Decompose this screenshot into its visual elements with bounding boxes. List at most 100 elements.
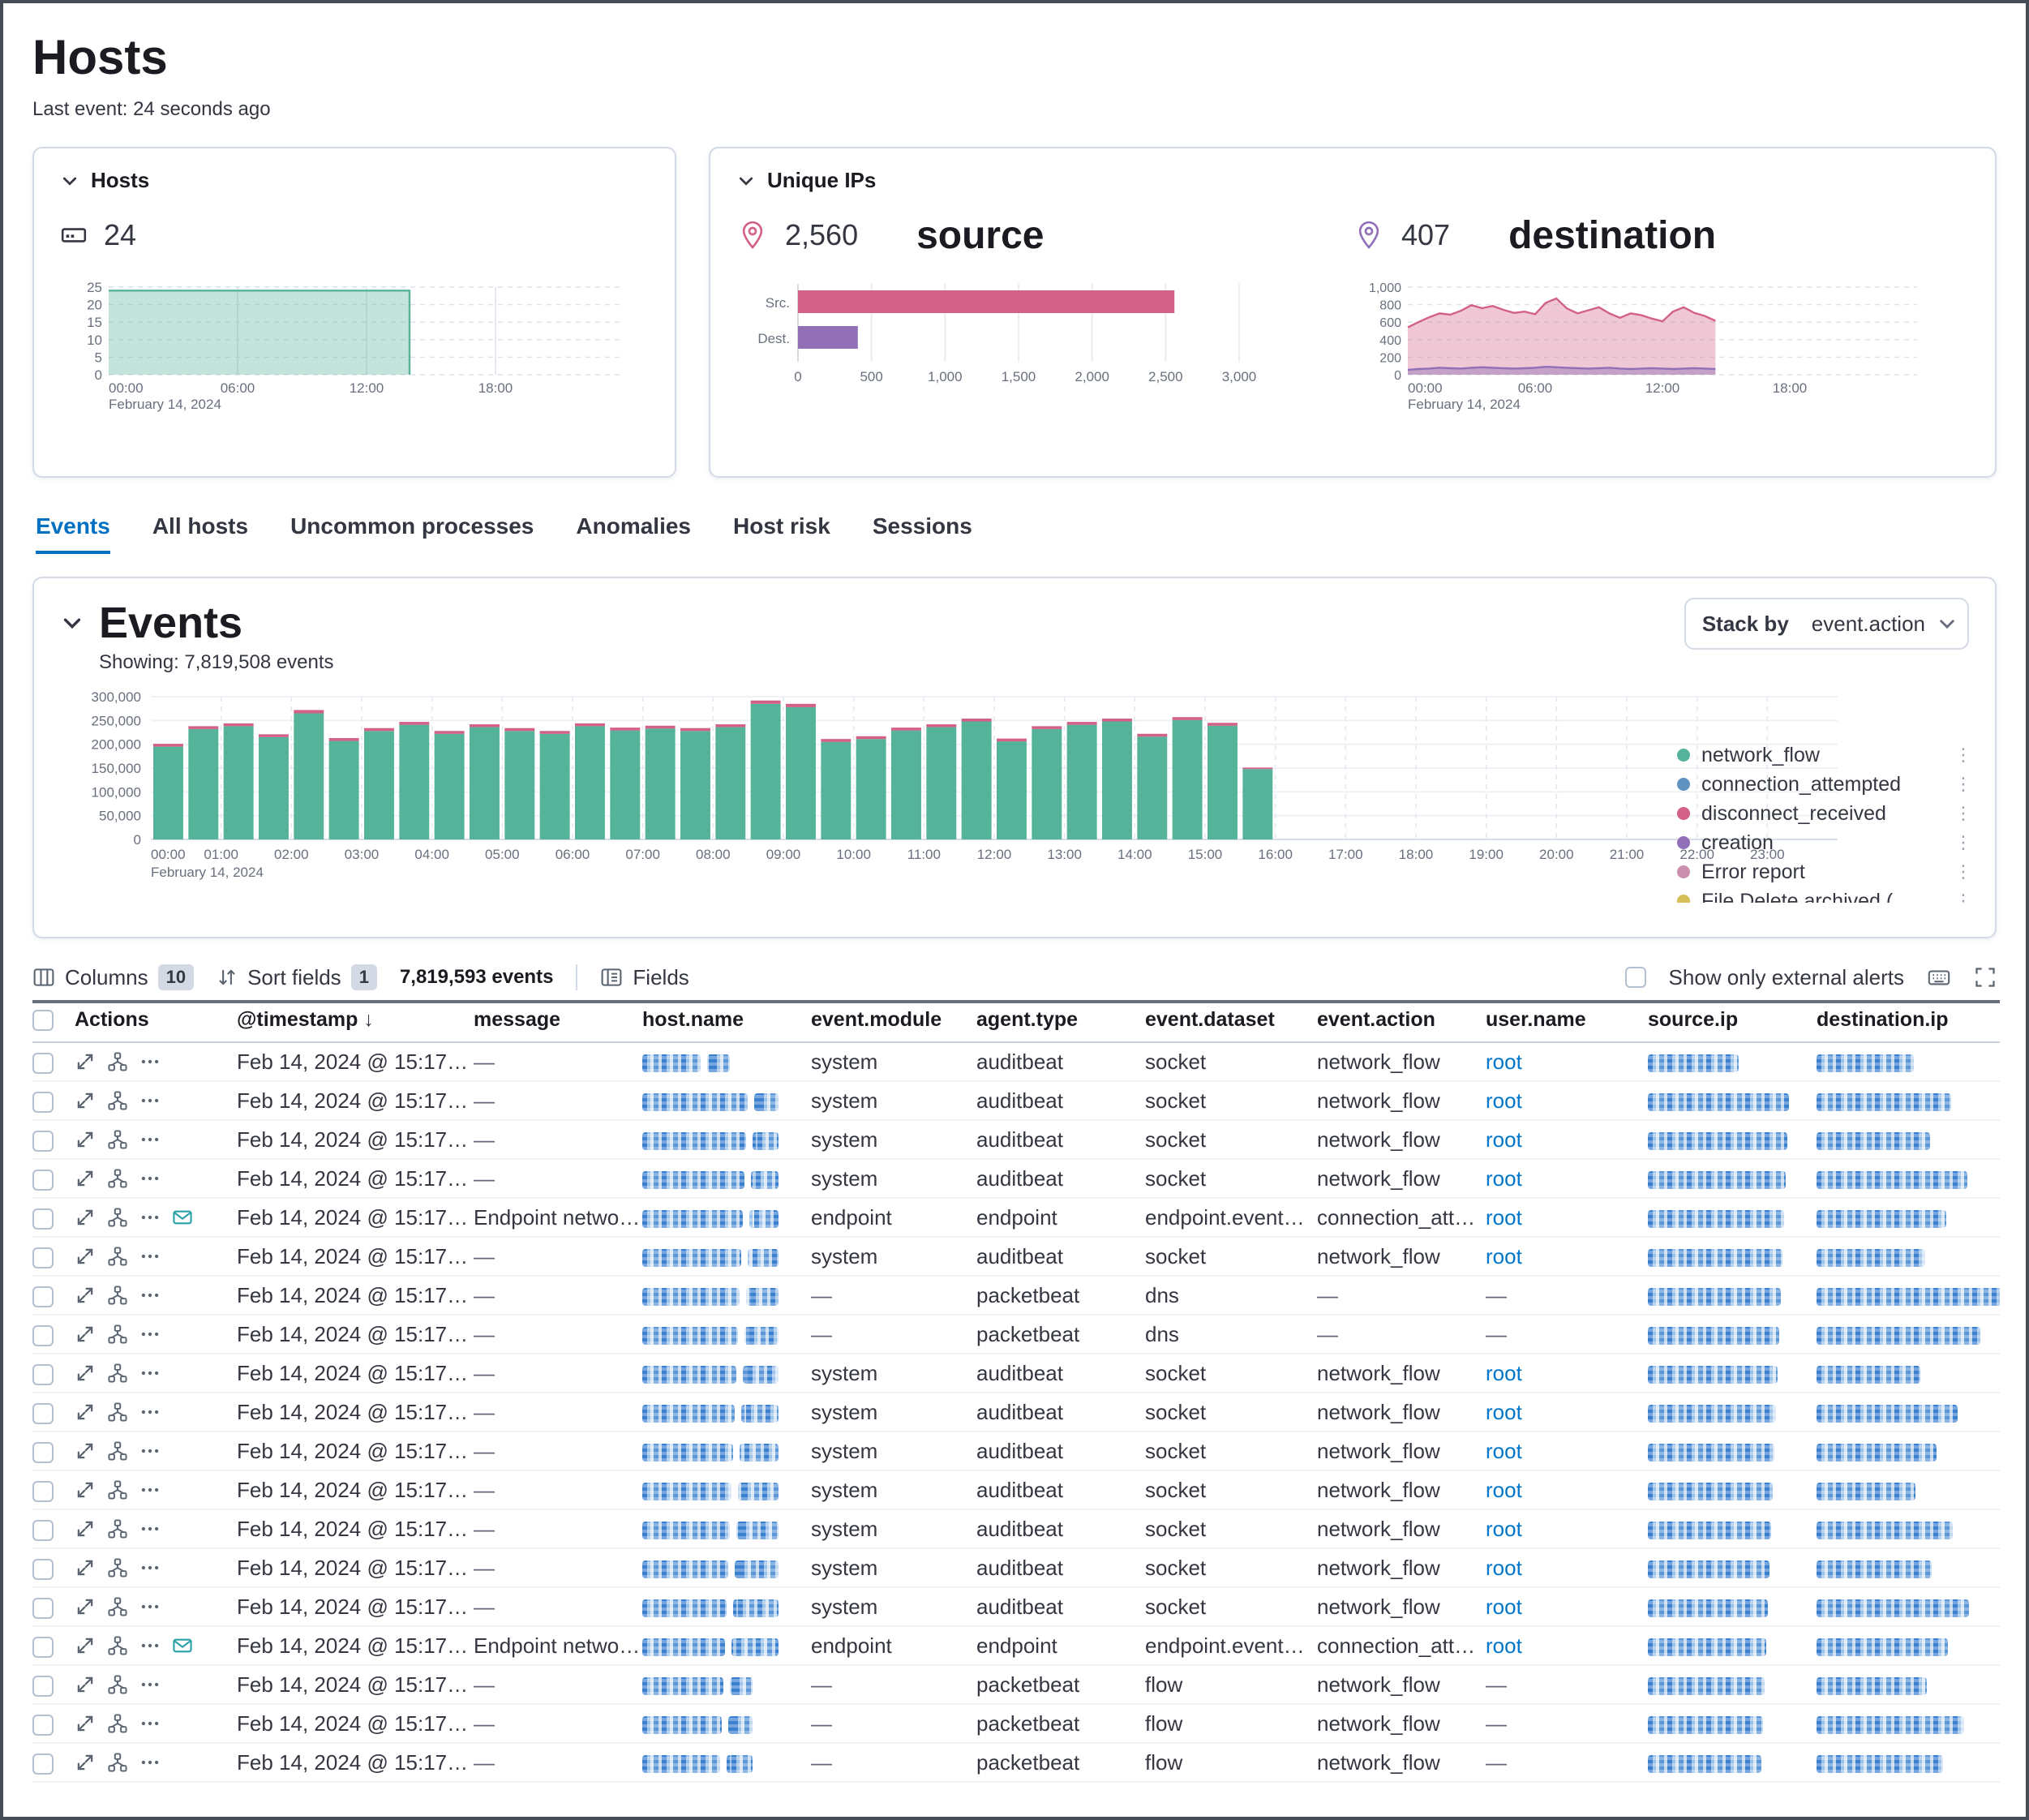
keyboard-icon[interactable] [1927, 965, 1951, 989]
column-header-event-action[interactable]: event.action [1317, 1002, 1486, 1042]
analyze-event-icon[interactable] [107, 1401, 128, 1423]
more-actions-icon[interactable] [139, 1479, 161, 1500]
more-actions-icon[interactable] [139, 1635, 161, 1656]
more-actions-icon[interactable] [139, 1051, 161, 1072]
row-checkbox[interactable] [32, 1637, 54, 1658]
column-header-event-module[interactable]: event.module [811, 1002, 976, 1042]
expand-event-icon[interactable] [75, 1246, 96, 1267]
more-actions-icon[interactable] [139, 1207, 161, 1228]
column-header-destination-ip[interactable]: destination.ip [1817, 1002, 2000, 1042]
endpoint-alert-icon[interactable] [172, 1635, 193, 1656]
user-name-link[interactable]: root [1486, 1400, 1522, 1424]
row-checkbox[interactable] [32, 1442, 54, 1463]
expand-event-icon[interactable] [75, 1324, 96, 1345]
user-name-link[interactable]: root [1486, 1166, 1522, 1191]
select-all-checkbox[interactable] [32, 1010, 54, 1031]
expand-event-icon[interactable] [75, 1596, 96, 1617]
columns-button[interactable]: Columns 10 [32, 964, 194, 990]
more-actions-icon[interactable] [139, 1596, 161, 1617]
tab-events[interactable]: Events [36, 513, 110, 554]
more-actions-icon[interactable] [139, 1518, 161, 1539]
analyze-event-icon[interactable] [107, 1363, 128, 1384]
user-name-link[interactable]: root [1486, 1595, 1522, 1619]
user-name-link[interactable]: root [1486, 1478, 1522, 1502]
expand-event-icon[interactable] [75, 1401, 96, 1423]
row-checkbox[interactable] [32, 1715, 54, 1736]
more-actions-icon[interactable] [139, 1440, 161, 1462]
chevron-down-icon[interactable] [60, 171, 79, 191]
analyze-event-icon[interactable] [107, 1518, 128, 1539]
expand-event-icon[interactable] [75, 1207, 96, 1228]
legend-item-connection-attempted[interactable]: connection_attempted⋮ [1677, 770, 1972, 799]
row-checkbox[interactable] [32, 1170, 54, 1191]
legend-item-file-delete-archived-[interactable]: File Delete archived (⋮ [1677, 886, 1972, 903]
chevron-down-icon[interactable] [60, 611, 84, 635]
analyze-event-icon[interactable] [107, 1168, 128, 1189]
analyze-event-icon[interactable] [107, 1674, 128, 1695]
analyze-event-icon[interactable] [107, 1635, 128, 1656]
expand-event-icon[interactable] [75, 1635, 96, 1656]
user-name-link[interactable]: root [1486, 1205, 1522, 1230]
more-actions-icon[interactable] [139, 1557, 161, 1578]
analyze-event-icon[interactable] [107, 1246, 128, 1267]
user-name-link[interactable]: root [1486, 1050, 1522, 1074]
legend-item-menu-icon[interactable]: ⋮ [1954, 745, 1972, 766]
row-checkbox[interactable] [32, 1053, 54, 1074]
analyze-event-icon[interactable] [107, 1129, 128, 1150]
row-checkbox[interactable] [32, 1598, 54, 1619]
column-header-message[interactable]: message [474, 1002, 642, 1042]
expand-event-icon[interactable] [75, 1285, 96, 1306]
legend-item-menu-icon[interactable]: ⋮ [1954, 891, 1972, 903]
analyze-event-icon[interactable] [107, 1557, 128, 1578]
expand-event-icon[interactable] [75, 1440, 96, 1462]
user-name-link[interactable]: root [1486, 1088, 1522, 1113]
more-actions-icon[interactable] [139, 1285, 161, 1306]
row-checkbox[interactable] [32, 1131, 54, 1152]
expand-event-icon[interactable] [75, 1557, 96, 1578]
user-name-link[interactable]: root [1486, 1244, 1522, 1268]
legend-item-network-flow[interactable]: network_flow⋮ [1677, 740, 1972, 770]
row-checkbox[interactable] [32, 1559, 54, 1580]
user-name-link[interactable]: root [1486, 1127, 1522, 1152]
more-actions-icon[interactable] [139, 1324, 161, 1345]
column-header--timestamp[interactable]: @timestamp ↓ [237, 1002, 474, 1042]
more-actions-icon[interactable] [139, 1674, 161, 1695]
user-name-link[interactable]: root [1486, 1556, 1522, 1580]
more-actions-icon[interactable] [139, 1168, 161, 1189]
analyze-event-icon[interactable] [107, 1440, 128, 1462]
more-actions-icon[interactable] [139, 1246, 161, 1267]
legend-item-menu-icon[interactable]: ⋮ [1954, 832, 1972, 853]
analyze-event-icon[interactable] [107, 1090, 128, 1111]
user-name-link[interactable]: root [1486, 1633, 1522, 1658]
legend-item-menu-icon[interactable]: ⋮ [1954, 803, 1972, 824]
more-actions-icon[interactable] [139, 1090, 161, 1111]
tab-sessions[interactable]: Sessions [873, 513, 972, 554]
analyze-event-icon[interactable] [107, 1207, 128, 1228]
column-header-user-name[interactable]: user.name [1486, 1002, 1648, 1042]
column-header-source-ip[interactable]: source.ip [1648, 1002, 1817, 1042]
analyze-event-icon[interactable] [107, 1324, 128, 1345]
more-actions-icon[interactable] [139, 1129, 161, 1150]
tab-anomalies[interactable]: Anomalies [576, 513, 691, 554]
fullscreen-icon[interactable] [1974, 966, 1997, 989]
legend-item-menu-icon[interactable]: ⋮ [1954, 861, 1972, 882]
expand-event-icon[interactable] [75, 1518, 96, 1539]
legend-item-creation[interactable]: creation⋮ [1677, 828, 1972, 857]
row-checkbox[interactable] [32, 1481, 54, 1502]
analyze-event-icon[interactable] [107, 1596, 128, 1617]
stack-by-control[interactable]: Stack by event.action [1684, 598, 1969, 650]
more-actions-icon[interactable] [139, 1713, 161, 1734]
tab-all-hosts[interactable]: All hosts [152, 513, 248, 554]
expand-event-icon[interactable] [75, 1051, 96, 1072]
more-actions-icon[interactable] [139, 1752, 161, 1773]
tab-host-risk[interactable]: Host risk [733, 513, 830, 554]
analyze-event-icon[interactable] [107, 1752, 128, 1773]
endpoint-alert-icon[interactable] [172, 1207, 193, 1228]
user-name-link[interactable]: root [1486, 1439, 1522, 1463]
expand-event-icon[interactable] [75, 1479, 96, 1500]
analyze-event-icon[interactable] [107, 1479, 128, 1500]
row-checkbox[interactable] [32, 1286, 54, 1307]
column-header-host-name[interactable]: host.name [642, 1002, 811, 1042]
row-checkbox[interactable] [32, 1753, 54, 1775]
row-checkbox[interactable] [32, 1520, 54, 1541]
